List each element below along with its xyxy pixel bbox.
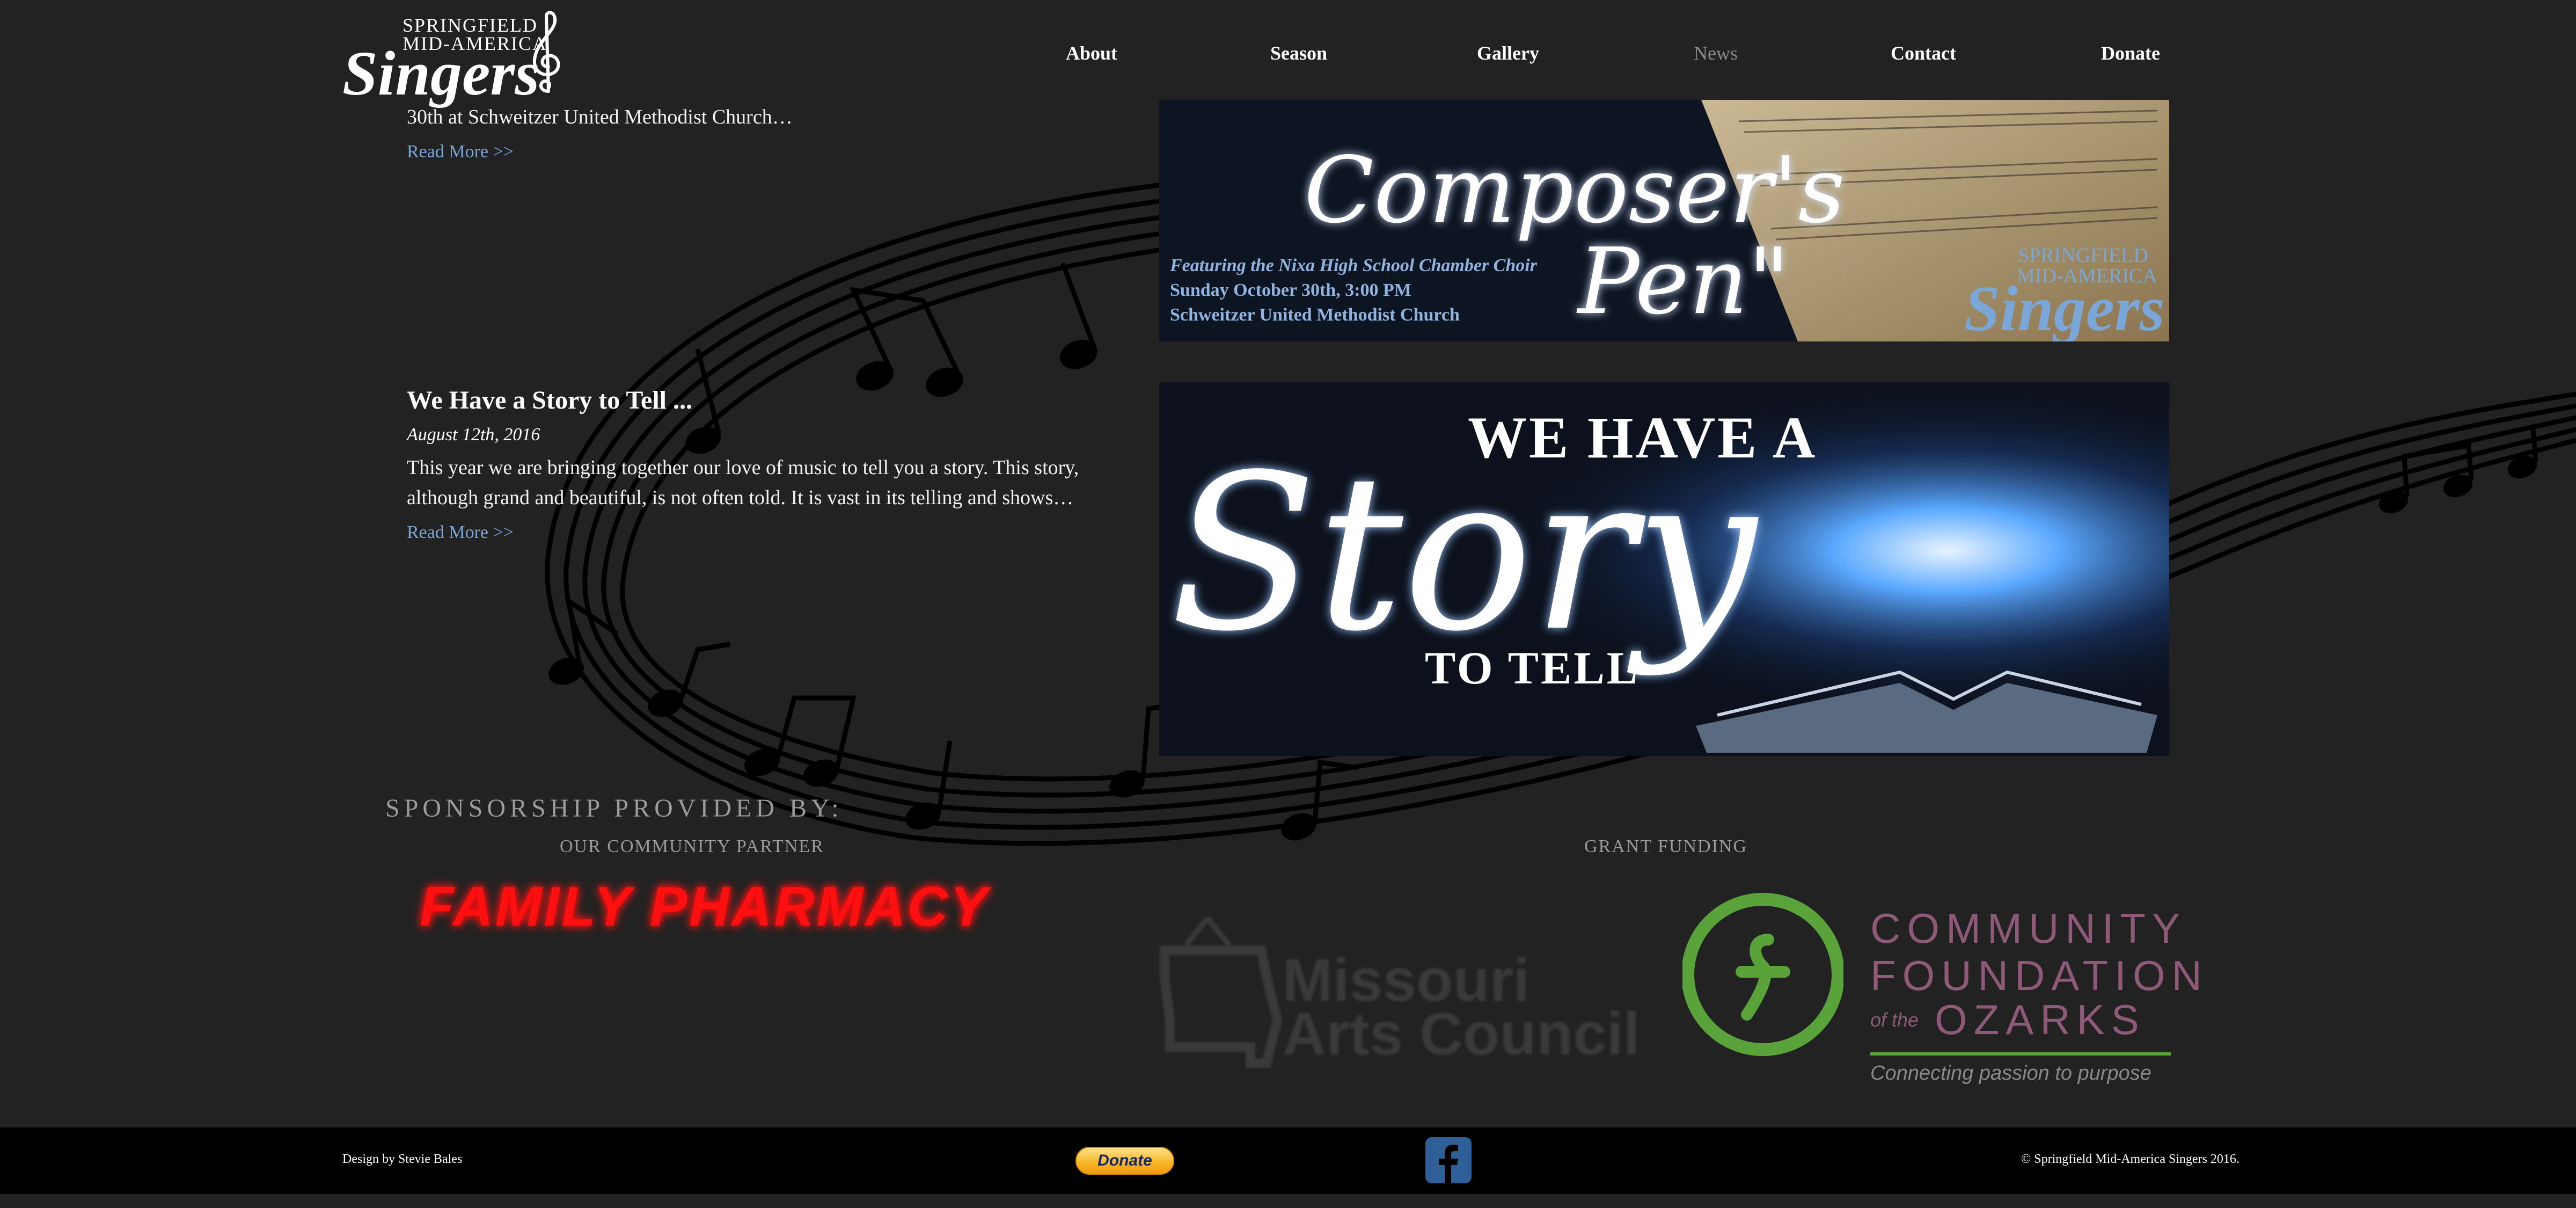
post-excerpt-line-1: This year we are bringing together our l…	[407, 456, 1079, 479]
post-story-to-tell: We Have a Story to Tell ... August 12th,…	[407, 385, 1115, 543]
cfo-circle-icon	[1682, 893, 1843, 1056]
banner-title-b: Pen"	[1578, 229, 1790, 335]
banner-bottom-text: TO TELL	[1425, 642, 1640, 694]
cfo-tagline: Connecting passion to purpose	[1870, 1062, 2151, 1085]
cfo-divider	[1870, 1052, 2171, 1056]
facebook-icon[interactable]	[1425, 1137, 1472, 1183]
nav-news[interactable]: News	[1694, 42, 1738, 64]
nav-about[interactable]: About	[1066, 42, 1117, 64]
post-title[interactable]: We Have a Story to Tell ...	[407, 385, 1115, 415]
story-to-tell-banner[interactable]: WE HAVE A Story TO TELL	[1159, 382, 2169, 756]
mac-line-2: Arts Council	[1283, 1000, 1640, 1067]
community-partner-label: OUR COMMUNITY PARTNER	[560, 836, 824, 856]
cfo-line-2: FOUNDATION	[1870, 952, 2208, 999]
banner-line-1: Featuring the Nixa High School Chamber C…	[1170, 256, 1537, 275]
main-nav: About Season Gallery News Contact Donate	[0, 42, 2576, 64]
copyright-notice: © Springfield Mid-America Singers 2016.	[2021, 1152, 2240, 1166]
banner-main-text: Story	[1170, 429, 1757, 679]
banner-line-2: Sunday October 30th, 3:00 PM	[1170, 280, 1411, 300]
cfo-of-the: of the	[1870, 1009, 1919, 1031]
post-excerpt-line-2: although grand and beautiful, is not oft…	[407, 486, 1074, 509]
cfo-line-3: OZARKS	[1935, 996, 2146, 1043]
sponsorship-heading: SPONSORSHIP PROVIDED BY:	[385, 794, 843, 823]
banner-line-3: Schweitzer United Methodist Church	[1170, 305, 1460, 325]
cfo-line-1: COMMUNITY	[1870, 905, 2186, 952]
missouri-state-icon	[1160, 916, 1283, 1068]
nav-season[interactable]: Season	[1270, 42, 1327, 64]
missouri-arts-council-logo[interactable]: Missouri Arts Council	[1154, 913, 1658, 1074]
grant-funding-label: GRANT FUNDING	[1584, 836, 1747, 856]
banner-brand-3: Singers	[1964, 273, 2165, 341]
family-pharmacy-logo[interactable]: FAMILY PHARMACY	[420, 875, 990, 939]
footer-bottom-bar	[0, 1194, 2576, 1208]
nav-donate[interactable]: Donate	[2101, 42, 2160, 64]
community-foundation-ozarks-logo[interactable]: COMMUNITY FOUNDATION of the OZARKS Conne…	[1682, 891, 2202, 1095]
read-more-link[interactable]: Read More >>	[407, 142, 1115, 162]
design-credit: Design by Stevie Bales	[342, 1152, 463, 1166]
nav-gallery[interactable]: Gallery	[1477, 42, 1539, 64]
banner-title-a: Composer's	[1304, 137, 1845, 244]
site-footer: Design by Stevie Bales Donate © Springfi…	[0, 1127, 2576, 1194]
post-composers-pen: 30th at Schweitzer United Methodist Chur…	[407, 102, 1115, 162]
post-date: August 12th, 2016	[407, 425, 540, 445]
site-header: SPRINGFIELD MID-AMERICA Singers About Se…	[0, 0, 2576, 105]
composers-pen-banner[interactable]: Composer's Pen" Featuring the Nixa High …	[1159, 100, 2169, 341]
paypal-donate-button[interactable]: Donate	[1075, 1147, 1174, 1175]
read-more-link[interactable]: Read More >>	[407, 522, 1115, 543]
nav-contact[interactable]: Contact	[1891, 42, 1956, 64]
